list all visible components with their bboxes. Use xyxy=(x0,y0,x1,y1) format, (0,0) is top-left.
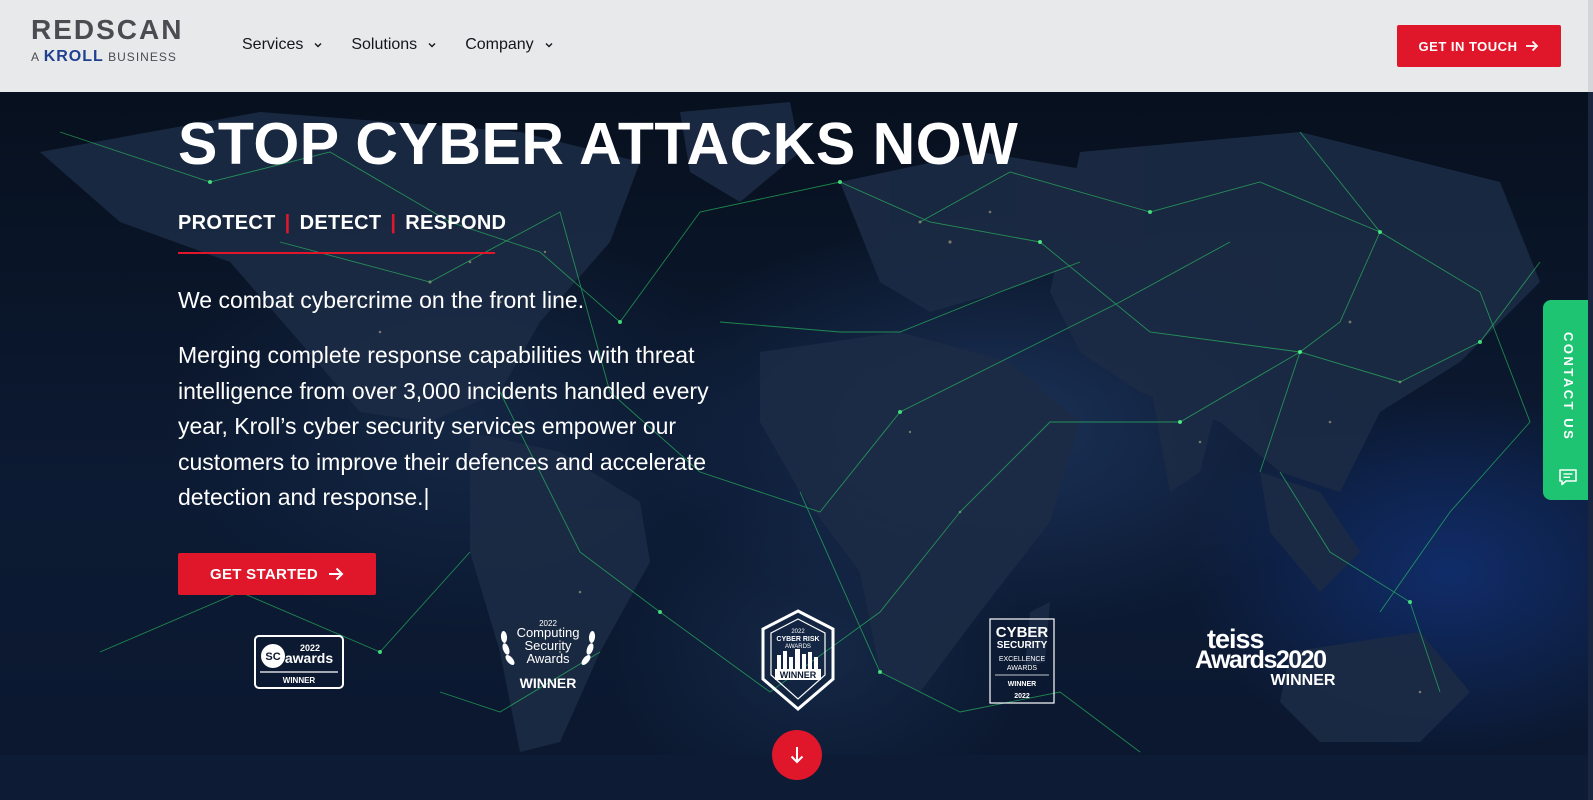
teiss-name: Awards2020 xyxy=(1195,646,1326,674)
cyber-risk-year: 2022 xyxy=(791,629,805,635)
nav-item-label: Company xyxy=(465,36,534,53)
computing-status: WINNER xyxy=(520,675,577,691)
sc-awards-text: awards xyxy=(285,650,333,666)
contact-us-tab[interactable]: CONTACT US xyxy=(1543,300,1593,500)
logo-brand: KROLL xyxy=(43,48,104,65)
nav-item-company[interactable]: Company xyxy=(465,36,553,54)
arrow-down-icon xyxy=(790,747,804,764)
scroll-down-button[interactable] xyxy=(772,730,822,780)
tagline-detect: DETECT xyxy=(299,212,382,234)
hero-section: STOP CYBER ATTACKS NOW PROTECT | DETECT … xyxy=(0,92,1593,755)
tagline-separator: | xyxy=(390,212,397,234)
chevron-down-icon xyxy=(428,43,436,48)
tagline-underline xyxy=(178,252,495,254)
teiss-status: WINNER xyxy=(1271,672,1336,689)
cyber-risk-line1: CYBER RISK xyxy=(776,636,819,643)
award-cyber-security-excellence: CYBER SECURITY EXCELLENCE AWARDS WINNER … xyxy=(989,618,1055,704)
cse-year: 2022 xyxy=(1014,693,1030,700)
cse-line4: AWARDS xyxy=(1007,665,1038,672)
logo-prefix: A xyxy=(31,50,40,64)
logo-suffix: BUSINESS xyxy=(108,50,177,64)
cse-line3: EXCELLENCE xyxy=(999,656,1046,663)
tagline-respond: RESPOND xyxy=(405,212,507,234)
hero-tagline: PROTECT | DETECT | RESPOND xyxy=(178,212,506,234)
get-started-button[interactable]: GET STARTED xyxy=(178,553,376,595)
tagline-protect: PROTECT xyxy=(178,212,276,234)
hero-lead: We combat cybercrime on the front line. xyxy=(178,287,585,313)
text-caret: | xyxy=(423,484,430,510)
redscan-logo[interactable]: REDSCAN A KROLL BUSINESS xyxy=(31,14,184,65)
chat-icon xyxy=(1559,469,1577,486)
cse-status: WINNER xyxy=(1008,681,1036,688)
tagline-separator: | xyxy=(284,212,291,234)
main-nav: Services Solutions Company xyxy=(242,36,554,54)
get-started-label: GET STARTED xyxy=(209,565,319,583)
logo-wordmark: REDSCAN xyxy=(31,14,184,45)
logo-tagline: A KROLL BUSINESS xyxy=(31,48,183,65)
sc-badge: SC xyxy=(265,651,280,663)
award-computing-security: 2022 Computing Security Awards WINNER xyxy=(496,615,600,695)
site-header: REDSCAN A KROLL BUSINESS Services Soluti… xyxy=(0,0,1593,92)
cyber-risk-status: WINNER xyxy=(780,670,817,680)
nav-item-label: Services xyxy=(242,36,304,53)
get-in-touch-label: GET IN TOUCH xyxy=(1418,38,1518,54)
page-scrollbar[interactable] xyxy=(1588,92,1593,800)
cse-line1: CYBER xyxy=(996,624,1049,641)
computing-line3: Awards xyxy=(526,651,570,666)
cse-line2: SECURITY xyxy=(997,640,1048,651)
arrow-right-icon xyxy=(329,567,344,581)
get-in-touch-button[interactable]: GET IN TOUCH xyxy=(1397,25,1561,67)
arrow-right-icon xyxy=(1526,40,1539,52)
nav-item-label: Solutions xyxy=(351,36,418,53)
scrollbar-track-top xyxy=(1588,0,1593,92)
chevron-down-icon xyxy=(545,43,553,48)
nav-item-solutions[interactable]: Solutions xyxy=(351,36,437,54)
nav-item-services[interactable]: Services xyxy=(242,36,323,54)
award-sc-awards: SC 2022 awards WINNER xyxy=(254,635,344,689)
hero-body: Merging complete response capabilities w… xyxy=(178,338,758,516)
award-teiss: teiss Awards2020 WINNER xyxy=(1195,622,1345,692)
award-cyber-risk: 2022 CYBER RISK AWARDS WINNER xyxy=(759,609,837,713)
hero-title: STOP CYBER ATTACKS NOW xyxy=(178,111,1019,177)
contact-us-label: CONTACT US xyxy=(1561,332,1576,442)
hero-body-text: Merging complete response capabilities w… xyxy=(178,342,709,510)
chevron-down-icon xyxy=(314,43,322,48)
sc-status: WINNER xyxy=(283,676,316,685)
